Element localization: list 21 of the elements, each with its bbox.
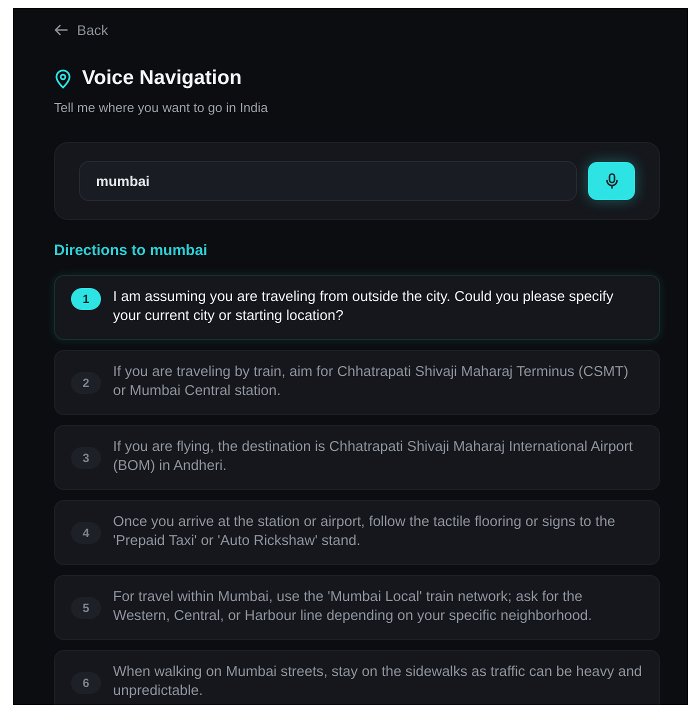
back-arrow-icon (54, 24, 68, 36)
microphone-icon (604, 173, 618, 189)
step-number: 3 (71, 447, 101, 469)
microphone-button[interactable] (588, 162, 635, 200)
step-text: If you are flying, the destination is Chhatrapati Shivaji Maharaj International Airport (BOM) in Andheri. (113, 438, 634, 476)
step-number: 5 (71, 597, 101, 619)
step-text: If you are traveling by train, aim for Chhatrapati Shivaji Maharaj Terminus (CSMT) or Mumbai Central station. (113, 363, 630, 401)
step-text: When walking on Mumbai streets, stay on the sidewalks as traffic can be heavy and unpredictable. (113, 663, 643, 701)
back-link[interactable]: Back (54, 20, 660, 40)
step-text: For travel within Mumbai, use the 'Mumbai Local' train network; ask for the Western, Central, or Harbour line depending on your specific neighborhood. (113, 588, 593, 626)
step-number: 2 (71, 372, 101, 394)
step-text: Once you arrive at the station or airport, follow the tactile flooring or signs to the 'Prepaid Taxi' or 'Auto Rickshaw' stand. (113, 513, 616, 551)
page-subtitle: Tell me where you want to go in India (54, 100, 269, 115)
step-number: 4 (71, 522, 101, 544)
step-number: 6 (71, 672, 101, 694)
destination-input-field[interactable]: mumbai (79, 161, 577, 201)
location-pin-icon (54, 68, 72, 88)
directions-heading: Directions to mumbai (54, 242, 208, 259)
step-text: I am assuming you are traveling from outside the city. Could you please specify your current city or starting location? (113, 288, 614, 326)
page-title: Voice Navigation (82, 67, 242, 90)
step-number: 1 (71, 288, 101, 310)
